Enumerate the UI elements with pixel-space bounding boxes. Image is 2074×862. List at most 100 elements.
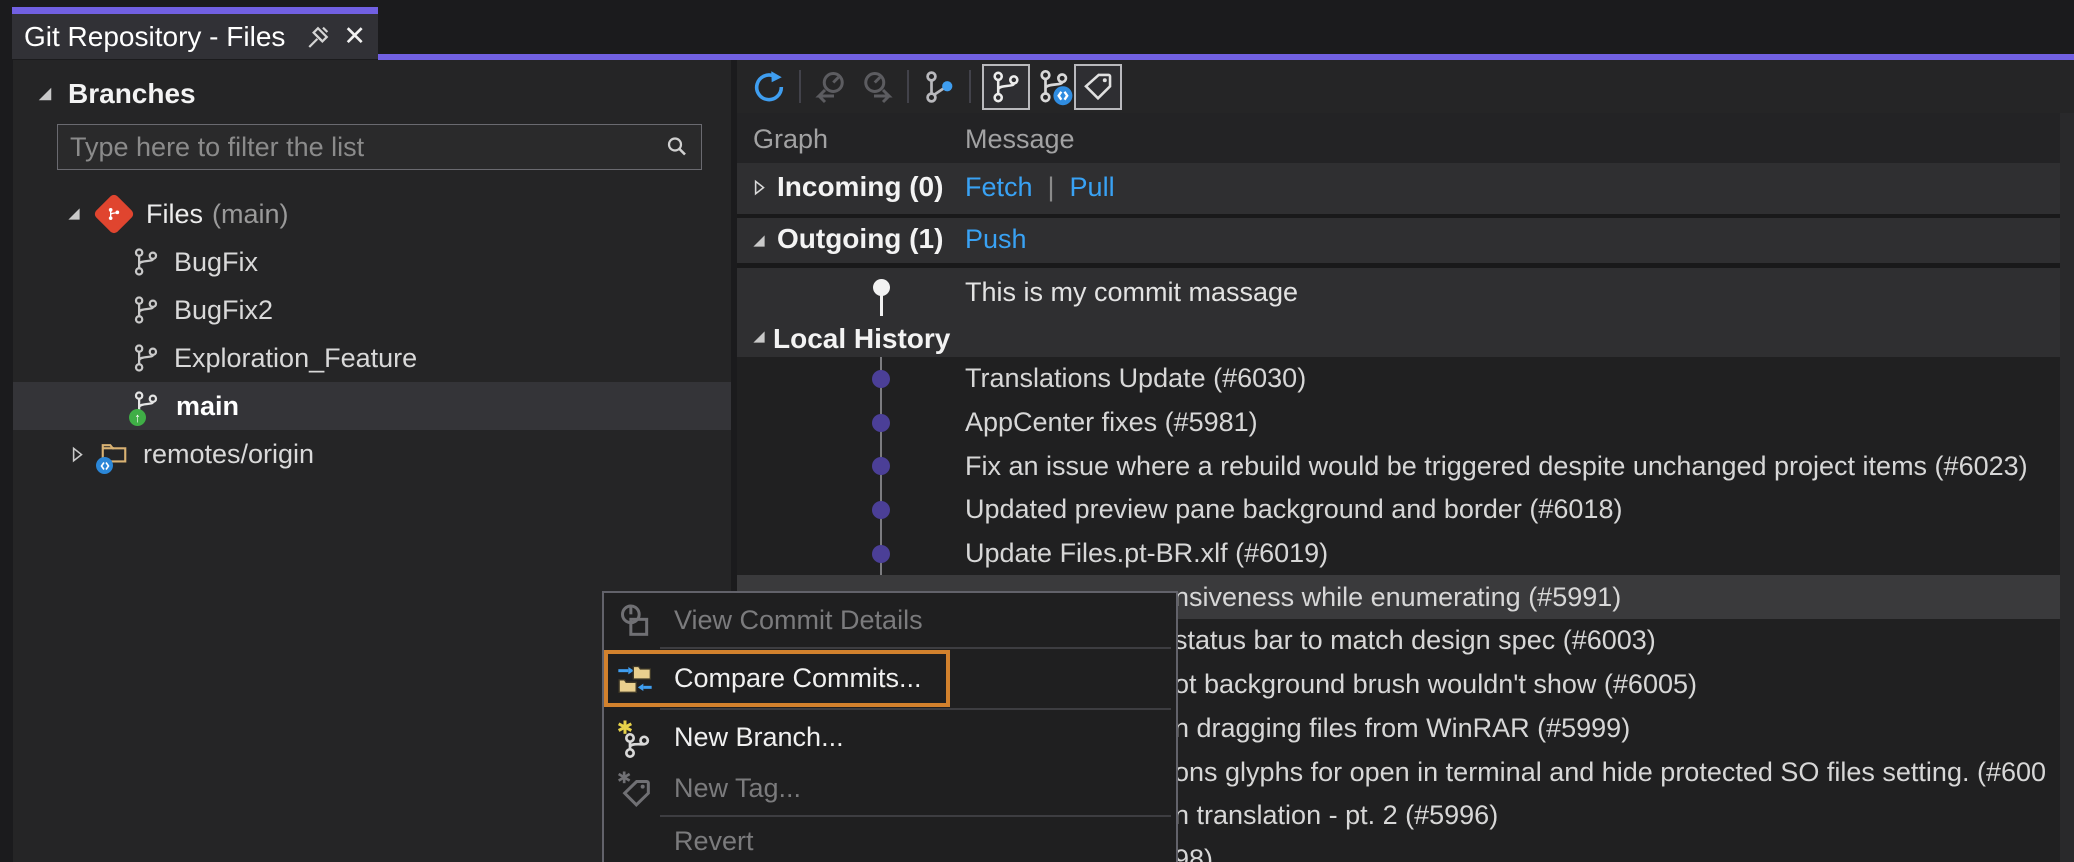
commit-context-menu: View Commit Details Compare Commits... N…	[602, 591, 1178, 862]
column-headers: Graph Message	[737, 113, 2074, 163]
tree-item-label: Exploration_Feature	[174, 342, 418, 373]
tab-title: Git Repository - Files	[24, 20, 286, 52]
tags-toggle-icon[interactable]	[1074, 63, 1122, 110]
commit-message: Fix an issue where a rebuild would be tr…	[965, 450, 2028, 481]
commit-message: n dragging files from WinRAR (#5999)	[1174, 712, 1631, 743]
tool-window-tab[interactable]: Git Repository - Files ✕	[12, 7, 378, 59]
commit-row[interactable]: Update Files.pt-BR.xlf (#6019)	[737, 532, 2074, 576]
tree-item-branch-bugfix2[interactable]: BugFix2	[13, 286, 731, 334]
menu-item-label: New Branch...	[674, 722, 844, 752]
column-header-graph[interactable]: Graph	[753, 124, 828, 155]
commit-message: Update Files.pt-BR.xlf (#6019)	[965, 538, 1329, 569]
tab-accent-stripe	[12, 7, 378, 14]
expand-triangle-icon[interactable]	[750, 328, 768, 346]
prev-commit-icon[interactable]	[812, 68, 850, 106]
commit-row[interactable]: Translations Update (#6030)	[737, 357, 2074, 401]
branch-icon	[134, 248, 158, 276]
current-branch-badge-icon: ↑	[129, 409, 146, 426]
tree-item-branch-main[interactable]: ↑ main	[13, 382, 731, 430]
menu-item-revert[interactable]: Revert	[604, 819, 1176, 862]
tree-item-remotes-origin[interactable]: remotes/origin	[13, 430, 731, 478]
vertical-scrollbar[interactable]	[2060, 113, 2074, 862]
expand-triangle-icon[interactable]	[65, 205, 83, 223]
history-toolbar	[737, 60, 2074, 113]
menu-item-view-commit-details[interactable]: View Commit Details	[604, 595, 1176, 646]
next-commit-icon[interactable]	[858, 68, 896, 106]
remote-branches-toggle-icon[interactable]	[1036, 68, 1074, 106]
commit-message: ot background brush wouldn't show (#6005…	[1174, 669, 1697, 700]
branches-section-header[interactable]: Branches	[35, 78, 196, 110]
git-repo-icon	[92, 192, 136, 236]
branches-tree: Files (main) BugFix BugFix2 Exploration_…	[13, 190, 731, 478]
tree-item-branch-bugfix[interactable]: BugFix	[13, 238, 731, 286]
view-commit-details-icon	[621, 604, 649, 636]
commit-message: Translations Update (#6030)	[965, 363, 1307, 394]
outgoing-section-row[interactable]: Outgoing (1) Push	[737, 218, 2074, 263]
tree-item-repo-files[interactable]: Files (main)	[13, 190, 731, 238]
expand-triangle-icon[interactable]	[750, 232, 768, 250]
commit-message: AppCenter fixes (#5981)	[965, 407, 1258, 438]
commit-message: status bar to match design spec (#6003)	[1174, 625, 1656, 656]
git-repository-window: Git Repository - Files ✕ Branches Type h…	[0, 0, 2074, 862]
commit-message: nsiveness while enumerating (#5991)	[1174, 581, 1622, 612]
outgoing-label: Outgoing (1)	[777, 223, 944, 254]
push-link[interactable]: Push	[965, 224, 1027, 255]
tree-item-label: remotes/origin	[143, 438, 315, 469]
commit-row[interactable]: AppCenter fixes (#5981)	[737, 401, 2074, 445]
menu-item-label: Revert	[674, 826, 754, 856]
search-icon[interactable]	[665, 135, 689, 159]
refresh-icon[interactable]	[750, 68, 788, 106]
outgoing-commit-block: This is my commit massage Local History	[737, 268, 2074, 357]
commit-row[interactable]: Fix an issue where a rebuild would be tr…	[737, 444, 2074, 488]
new-tag-icon	[617, 771, 650, 807]
menu-item-new-branch[interactable]: New Branch...	[604, 712, 1176, 763]
outgoing-commit-pin-stem	[880, 294, 883, 316]
column-header-message[interactable]: Message	[965, 124, 1075, 155]
commit-message: n translation - pt. 2 (#5996)	[1174, 800, 1499, 831]
branch-filter-input[interactable]: Type here to filter the list	[57, 124, 702, 170]
fetch-link[interactable]: Fetch	[965, 172, 1033, 203]
menu-item-new-tag[interactable]: New Tag...	[604, 763, 1176, 814]
tree-item-label: BugFix2	[174, 294, 274, 325]
remote-badge-icon	[96, 457, 113, 474]
chevron-right-icon[interactable]	[68, 445, 86, 463]
incoming-section-row[interactable]: Incoming (0) Fetch | Pull	[737, 163, 2074, 214]
commit-dot-icon	[872, 501, 890, 520]
menu-item-compare-commits[interactable]: Compare Commits...	[604, 651, 1176, 706]
compare-commits-icon	[618, 665, 652, 693]
commit-row[interactable]: Updated preview pane background and bord…	[737, 488, 2074, 532]
tree-item-label: main	[176, 390, 240, 421]
menu-item-label: View Commit Details	[674, 605, 923, 635]
filter-placeholder: Type here to filter the list	[70, 131, 365, 162]
commit-message: Updated preview pane background and bord…	[965, 494, 1623, 525]
link-divider: |	[1047, 172, 1055, 202]
branch-icon	[134, 344, 158, 372]
commit-dot-icon	[872, 413, 890, 432]
local-history-label[interactable]: Local History	[773, 323, 950, 355]
pin-icon[interactable]	[303, 22, 333, 52]
toolbar-separator	[907, 70, 909, 103]
incoming-label: Incoming (0)	[777, 171, 944, 202]
commit-message: 98)	[1174, 843, 1214, 862]
tree-item-branch-exploration-feature[interactable]: Exploration_Feature	[13, 334, 731, 382]
close-icon[interactable]: ✕	[343, 23, 366, 50]
tree-item-suffix: (main)	[212, 198, 289, 229]
toolbar-separator	[799, 70, 801, 103]
graph-node-icon[interactable]	[920, 68, 958, 106]
tree-item-label: BugFix	[174, 246, 259, 277]
chevron-right-icon[interactable]	[750, 178, 768, 196]
collapse-triangle-icon	[38, 87, 52, 101]
menu-item-label: New Tag...	[674, 773, 802, 803]
branches-toggle-icon[interactable]	[982, 63, 1030, 110]
commit-dot-icon	[872, 370, 890, 388]
pull-link[interactable]: Pull	[1070, 172, 1115, 203]
toolbar-separator	[969, 70, 971, 103]
branch-icon	[134, 296, 158, 324]
new-branch-icon	[617, 720, 650, 758]
menu-separator	[660, 815, 1171, 817]
commit-dot-icon	[872, 544, 890, 563]
commit-dot-icon	[872, 457, 890, 476]
branches-header-label: Branches	[68, 78, 196, 109]
outgoing-commit-message[interactable]: This is my commit massage	[965, 277, 1298, 308]
tree-item-label: Files	[146, 198, 204, 229]
